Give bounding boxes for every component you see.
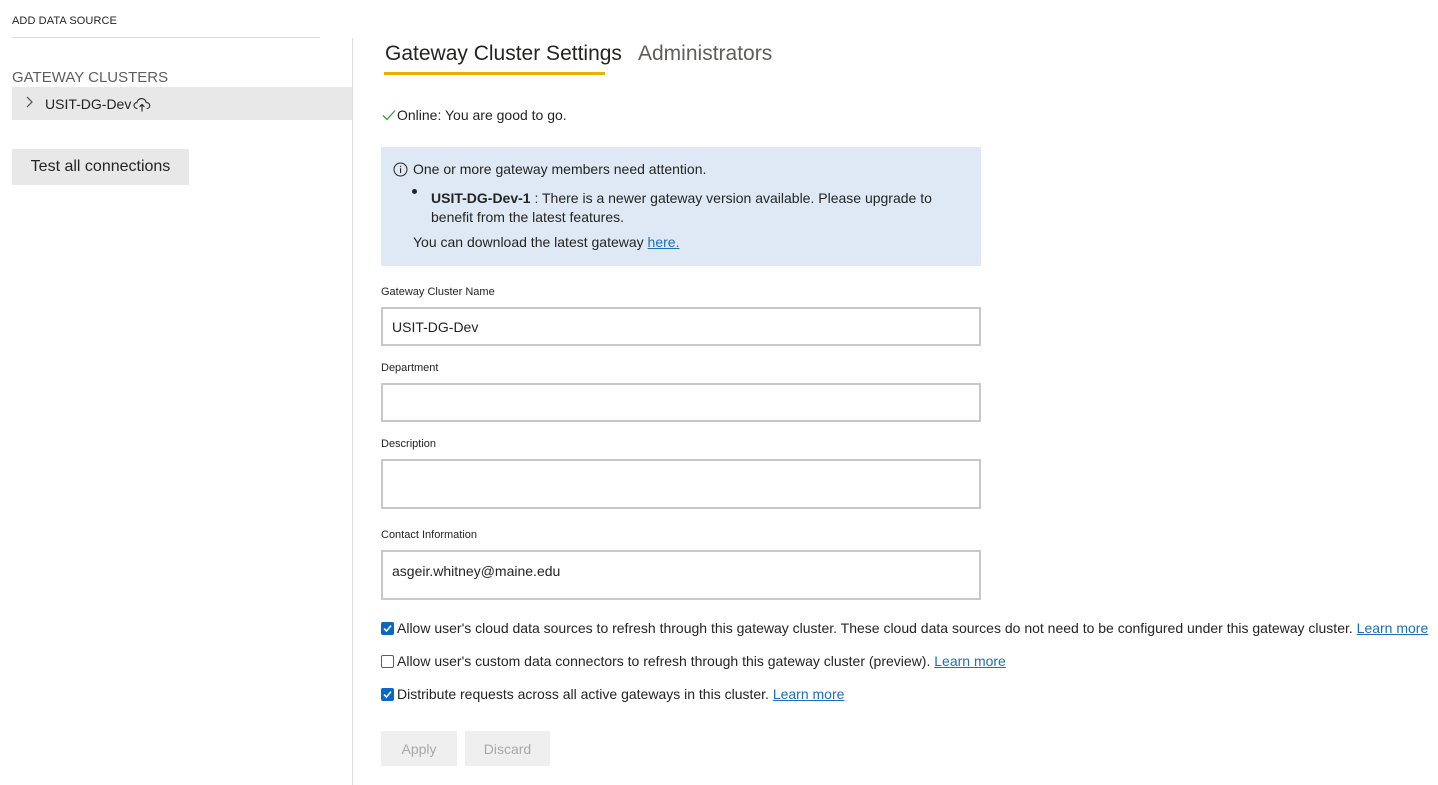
add-data-source-link[interactable]: ADD DATA SOURCE — [12, 15, 117, 27]
apply-button[interactable]: Apply — [381, 731, 457, 766]
custom-connectors-learn-more-link[interactable]: Learn more — [934, 653, 1006, 669]
gateway-clusters-heading: GATEWAY CLUSTERS — [12, 69, 169, 86]
department-input[interactable] — [381, 383, 981, 422]
check-mark-icon — [383, 625, 392, 633]
alert-member-message: USIT-DG-Dev-1 : There is a newer gateway… — [431, 189, 951, 227]
cluster-name-input[interactable] — [381, 307, 981, 346]
cluster-name: USIT-DG-Dev — [45, 96, 132, 112]
cluster-name-label: Gateway Cluster Name — [381, 286, 495, 298]
sidebar-divider — [12, 37, 320, 38]
info-icon — [393, 162, 408, 177]
distribute-requests-learn-more-link[interactable]: Learn more — [773, 686, 845, 702]
cloud-refresh-text: Allow user's cloud data sources to refre… — [397, 620, 1357, 636]
tab-administrators[interactable]: Administrators — [638, 42, 772, 66]
attention-alert: One or more gateway members need attenti… — [381, 147, 981, 266]
test-all-connections-button[interactable]: Test all connections — [12, 149, 189, 185]
distribute-requests-checkbox[interactable] — [381, 688, 394, 701]
option-cloud-refresh: Allow user's cloud data sources to refre… — [381, 620, 1428, 636]
cloud-refresh-checkbox[interactable] — [381, 622, 394, 635]
discard-button[interactable]: Discard — [465, 731, 550, 766]
download-note: You can download the latest gateway here… — [413, 234, 679, 250]
download-here-link[interactable]: here. — [648, 234, 680, 250]
status-message: Online: You are good to go. — [382, 107, 567, 123]
option-custom-connectors: Allow user's custom data connectors to r… — [381, 653, 1006, 669]
vertical-divider — [352, 38, 353, 785]
option-distribute-requests: Distribute requests across all active ga… — [381, 686, 844, 702]
check-mark-icon — [383, 691, 392, 699]
checkmark-icon — [382, 110, 396, 121]
active-tab-indicator — [384, 72, 605, 75]
cloud-upload-icon — [133, 98, 151, 112]
status-text: Online: You are good to go. — [397, 107, 567, 123]
sidebar: ADD DATA SOURCE GATEWAY CLUSTERS USIT-DG… — [0, 0, 352, 785]
contact-info-label: Contact Information — [381, 529, 477, 541]
alert-heading: One or more gateway members need attenti… — [393, 161, 706, 177]
download-text: You can download the latest gateway — [413, 234, 648, 250]
contact-info-input[interactable] — [381, 550, 981, 600]
custom-connectors-checkbox[interactable] — [381, 655, 394, 668]
custom-connectors-text: Allow user's custom data connectors to r… — [397, 653, 935, 669]
description-textarea[interactable] — [381, 459, 981, 509]
alert-heading-text: One or more gateway members need attenti… — [413, 161, 707, 177]
chevron-right-icon[interactable] — [22, 95, 36, 109]
description-label: Description — [381, 438, 437, 450]
department-label: Department — [381, 362, 439, 374]
gateway-member-name: USIT-DG-Dev-1 — [431, 190, 531, 206]
distribute-requests-text: Distribute requests across all active ga… — [397, 686, 773, 702]
cloud-refresh-learn-more-link[interactable]: Learn more — [1357, 620, 1429, 636]
cluster-item-usit-dg-dev[interactable]: USIT-DG-Dev — [12, 87, 352, 120]
tab-gateway-cluster-settings[interactable]: Gateway Cluster Settings — [385, 42, 622, 66]
list-bullet — [412, 189, 417, 194]
